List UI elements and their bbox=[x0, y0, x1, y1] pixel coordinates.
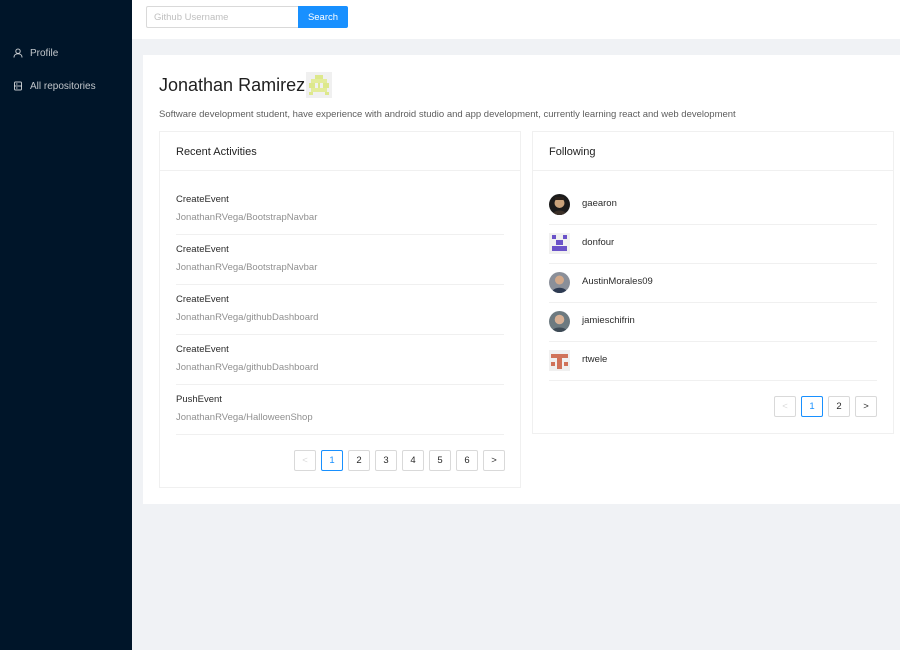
following-login: rtwele bbox=[582, 354, 608, 365]
following-card: Following gaearon donfour AustinMorales0… bbox=[532, 131, 894, 434]
sidebar: Profile All repositories bbox=[0, 0, 132, 650]
event-type: CreateEvent bbox=[176, 294, 229, 305]
pagination-page-1[interactable]: 1 bbox=[321, 450, 343, 471]
sidebar-item-label: Profile bbox=[30, 47, 59, 59]
list-item[interactable]: jamieschifrin bbox=[549, 303, 877, 342]
sidebar-item-label: All repositories bbox=[30, 80, 96, 92]
event-type: PushEvent bbox=[176, 394, 222, 405]
pagination-page-3[interactable]: 3 bbox=[375, 450, 397, 471]
list-item: CreateEvent JonathanRVega/githubDashboar… bbox=[176, 335, 504, 385]
event-type: CreateEvent bbox=[176, 244, 229, 255]
sidebar-item-profile[interactable]: Profile bbox=[0, 41, 132, 65]
event-repo: JonathanRVega/BootstrapNavbar bbox=[176, 212, 318, 223]
pagination-page-1[interactable]: 1 bbox=[801, 396, 823, 417]
pagination-page-4[interactable]: 4 bbox=[402, 450, 424, 471]
profile-name: Jonathan Ramirez bbox=[159, 75, 306, 95]
card-title: Recent Activities bbox=[176, 146, 257, 158]
pagination-page-2[interactable]: 2 bbox=[348, 450, 370, 471]
following-login: donfour bbox=[582, 237, 615, 248]
pagination-page-2[interactable]: 2 bbox=[828, 396, 850, 417]
event-type: CreateEvent bbox=[176, 194, 229, 205]
list-item[interactable]: rtwele bbox=[549, 342, 877, 381]
sidebar-item-all-repositories[interactable]: All repositories bbox=[0, 74, 132, 98]
avatar bbox=[549, 311, 570, 332]
following-login: jamieschifrin bbox=[582, 315, 635, 326]
main-content: Jonathan Ramirez Software development st… bbox=[143, 55, 900, 504]
list-item: CreateEvent JonathanRVega/githubDashboar… bbox=[176, 285, 504, 335]
pagination-next-button[interactable]: > bbox=[855, 396, 877, 417]
list-item[interactable]: gaearon bbox=[549, 186, 877, 225]
avatar bbox=[549, 194, 570, 215]
database-icon bbox=[13, 81, 23, 91]
avatar bbox=[306, 72, 332, 98]
event-repo: JonathanRVega/HalloweenShop bbox=[176, 412, 313, 423]
header: Search bbox=[132, 0, 900, 39]
pagination-prev-button[interactable]: < bbox=[294, 450, 316, 471]
list-item: PushEvent JonathanRVega/HalloweenShop bbox=[176, 385, 504, 435]
event-repo: JonathanRVega/githubDashboard bbox=[176, 312, 319, 323]
pagination-next-button[interactable]: > bbox=[483, 450, 505, 471]
following-login: AustinMorales09 bbox=[582, 276, 653, 287]
search-input[interactable] bbox=[146, 6, 299, 28]
pagination-page-5[interactable]: 5 bbox=[429, 450, 451, 471]
profile-bio: Software development student, have exper… bbox=[159, 109, 736, 120]
divider bbox=[533, 170, 893, 171]
card-title: Following bbox=[549, 146, 596, 158]
list-item[interactable]: donfour bbox=[549, 225, 877, 264]
divider bbox=[160, 170, 520, 171]
list-item: CreateEvent JonathanRVega/BootstrapNavba… bbox=[176, 235, 504, 285]
pagination-prev-button[interactable]: < bbox=[774, 396, 796, 417]
event-repo: JonathanRVega/BootstrapNavbar bbox=[176, 262, 318, 273]
recent-activities-card: Recent Activities CreateEvent JonathanRV… bbox=[159, 131, 521, 488]
avatar bbox=[549, 350, 570, 371]
user-icon bbox=[13, 48, 23, 58]
list-item[interactable]: AustinMorales09 bbox=[549, 264, 877, 303]
avatar bbox=[549, 272, 570, 293]
event-type: CreateEvent bbox=[176, 344, 229, 355]
search-button[interactable]: Search bbox=[298, 6, 348, 28]
following-login: gaearon bbox=[582, 198, 617, 209]
pagination-page-6[interactable]: 6 bbox=[456, 450, 478, 471]
avatar bbox=[549, 233, 570, 254]
event-repo: JonathanRVega/githubDashboard bbox=[176, 362, 319, 373]
list-item: CreateEvent JonathanRVega/BootstrapNavba… bbox=[176, 185, 504, 235]
